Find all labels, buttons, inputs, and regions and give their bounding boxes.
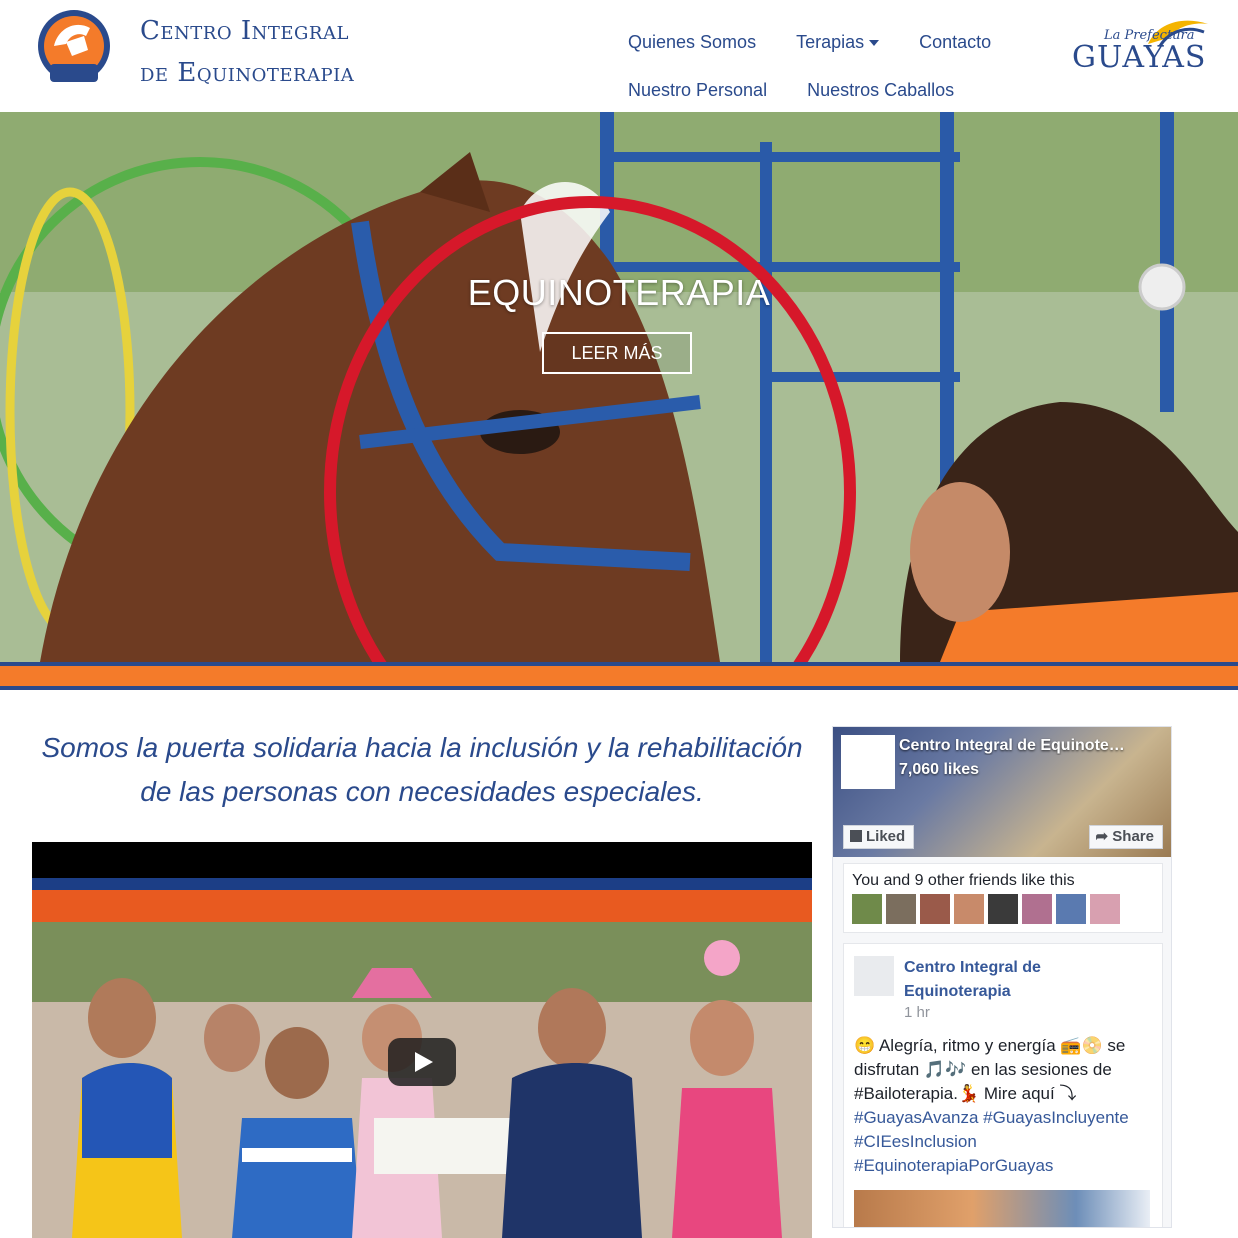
fb-friends-box: You and 9 other friends like this bbox=[843, 863, 1163, 933]
fb-post-image[interactable] bbox=[854, 1190, 1150, 1227]
fb-page-avatar[interactable] bbox=[841, 735, 895, 789]
fb-friends-text: You and 9 other friends like this bbox=[852, 872, 1075, 889]
friend-avatar[interactable] bbox=[954, 894, 984, 924]
friend-avatar[interactable] bbox=[1022, 894, 1052, 924]
friend-avatar[interactable] bbox=[1090, 894, 1120, 924]
friend-avatar[interactable] bbox=[1056, 894, 1086, 924]
site-title[interactable]: Centro Integral de Equinoterapia bbox=[140, 10, 354, 94]
share-arrow-icon: ➦ bbox=[1095, 828, 1113, 845]
caret-down-icon bbox=[869, 39, 880, 46]
facebook-icon bbox=[850, 830, 862, 842]
fb-post: Centro Integral de Equinoterapia 1 hr 😁 … bbox=[843, 943, 1163, 1227]
fb-likes-count: 7,060 likes bbox=[899, 761, 980, 778]
nav-terapias[interactable]: Terapias bbox=[796, 31, 880, 53]
prefectura-big-text: GUAYAS bbox=[1072, 40, 1207, 75]
fb-post-body: 😁 Alegría, ritmo y energía 📻📀 se disfrut… bbox=[854, 1034, 1154, 1178]
play-button[interactable] bbox=[388, 1038, 456, 1086]
facebook-page-widget: Centro Integral de Equinote… 7,060 likes… bbox=[832, 726, 1172, 1228]
equinoterapia-logo[interactable] bbox=[36, 6, 112, 90]
fb-post-author[interactable]: Centro Integral de Equinoterapia bbox=[904, 956, 1104, 1004]
fb-post-text: 😁 Alegría, ritmo y energía 📻📀 se disfrut… bbox=[854, 1036, 1126, 1103]
nav-nuestro-personal[interactable]: Nuestro Personal bbox=[628, 80, 767, 101]
video-player[interactable] bbox=[32, 842, 812, 1238]
hero-image bbox=[0, 112, 1238, 662]
fb-friend-avatars bbox=[852, 894, 1124, 924]
friend-avatar[interactable] bbox=[920, 894, 950, 924]
nav-terapias-label: Terapias bbox=[796, 31, 865, 52]
friend-avatar[interactable] bbox=[988, 894, 1018, 924]
fb-cover-image[interactable]: Centro Integral de Equinote… 7,060 likes… bbox=[833, 727, 1171, 857]
tagline: Somos la puerta solidaria hacia la inclu… bbox=[41, 732, 803, 807]
prefectura-guayas-logo[interactable]: La Prefectura GUAYAS bbox=[1068, 14, 1214, 78]
leer-mas-button[interactable]: LEER MÁS bbox=[542, 332, 692, 374]
fb-page-name[interactable]: Centro Integral de Equinote… bbox=[899, 737, 1163, 755]
site-title-line2: de Equinoterapia bbox=[140, 58, 355, 88]
main-nav: Quienes Somos Terapias Contacto Nuestro … bbox=[628, 18, 1031, 114]
fb-post-avatar[interactable] bbox=[854, 956, 894, 996]
fb-share-label: Share bbox=[1112, 828, 1154, 845]
nav-quienes-somos[interactable]: Quienes Somos bbox=[628, 32, 756, 53]
site-title-line1: Centro Integral bbox=[140, 16, 349, 46]
fb-liked-button[interactable]: Liked bbox=[843, 825, 915, 849]
fb-share-button[interactable]: ➦ Share bbox=[1088, 825, 1163, 849]
nav-nuestros-caballos[interactable]: Nuestros Caballos bbox=[807, 80, 954, 101]
divider-stripe-orange bbox=[0, 666, 1238, 686]
hero-banner: EQUINOTERAPIA LEER MÁS bbox=[0, 112, 1238, 662]
friend-avatar[interactable] bbox=[886, 894, 916, 924]
divider-stripe-bottom bbox=[0, 686, 1238, 690]
hero-title: EQUINOTERAPIA bbox=[467, 272, 771, 313]
fb-post-time[interactable]: 1 hr bbox=[904, 1004, 930, 1021]
fb-liked-label: Liked bbox=[866, 828, 906, 845]
nav-contacto[interactable]: Contacto bbox=[919, 32, 991, 53]
site-header: Centro Integral de Equinoterapia Quienes… bbox=[0, 0, 1238, 112]
friend-avatar[interactable] bbox=[852, 894, 882, 924]
fb-post-hashtags[interactable]: #GuayasAvanza #GuayasIncluyente #CIEesIn… bbox=[854, 1108, 1129, 1175]
